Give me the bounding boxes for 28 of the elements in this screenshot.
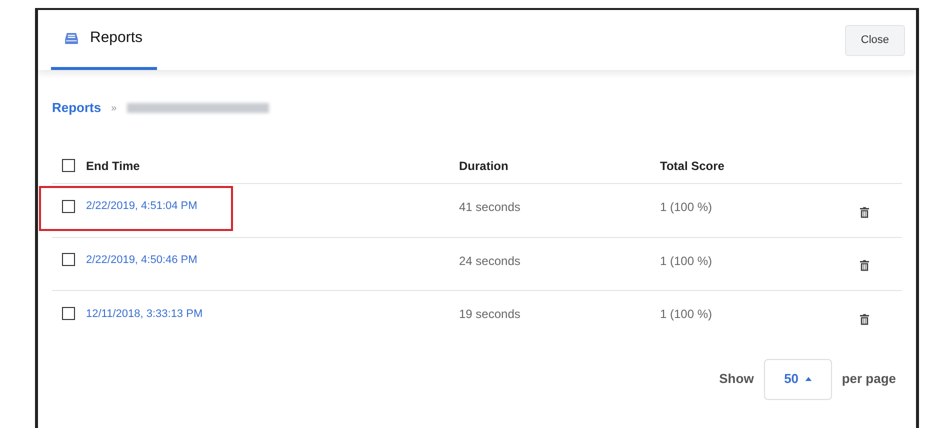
duration-cell-text: 41 seconds <box>459 199 522 216</box>
show-label: Show <box>719 370 754 388</box>
trash-icon[interactable] <box>860 260 869 272</box>
column-header: Total Score <box>660 158 724 174</box>
duration-cell-text: 19 seconds <box>459 306 522 323</box>
close-button[interactable]: Close <box>844 24 905 56</box>
checkbox[interactable] <box>62 253 75 266</box>
end-time-link[interactable]: 2/22/2019, 4:50:46 PM <box>86 252 198 268</box>
reports-tab[interactable]: Reports <box>51 10 157 70</box>
page-size-select[interactable]: 50 <box>764 358 832 400</box>
per-page-label: per page <box>842 370 896 388</box>
trash-icon[interactable] <box>860 206 869 218</box>
trash-icon[interactable] <box>860 314 869 326</box>
score-cell-text: 1 (100 %) <box>660 306 714 323</box>
checkbox[interactable] <box>62 307 75 320</box>
tray-icon <box>65 33 78 44</box>
end-time-link[interactable]: 12/11/2018, 3:33:13 PM <box>86 306 203 322</box>
duration-cell-text: 24 seconds <box>459 252 522 270</box>
caret-up-icon <box>804 377 812 381</box>
column-header: Duration <box>459 158 510 174</box>
checkbox[interactable] <box>62 200 75 213</box>
score-cell-text: 1 (100 %) <box>660 252 714 270</box>
checkbox[interactable] <box>62 159 75 172</box>
end-time-link[interactable]: 2/22/2019, 4:51:04 PM <box>86 198 198 214</box>
breadcrumb-link[interactable]: Reports <box>52 98 102 118</box>
column-header: End Time <box>86 158 140 174</box>
score-cell-text: 1 (100 %) <box>660 199 714 216</box>
breadcrumb-separator: » <box>111 102 117 116</box>
